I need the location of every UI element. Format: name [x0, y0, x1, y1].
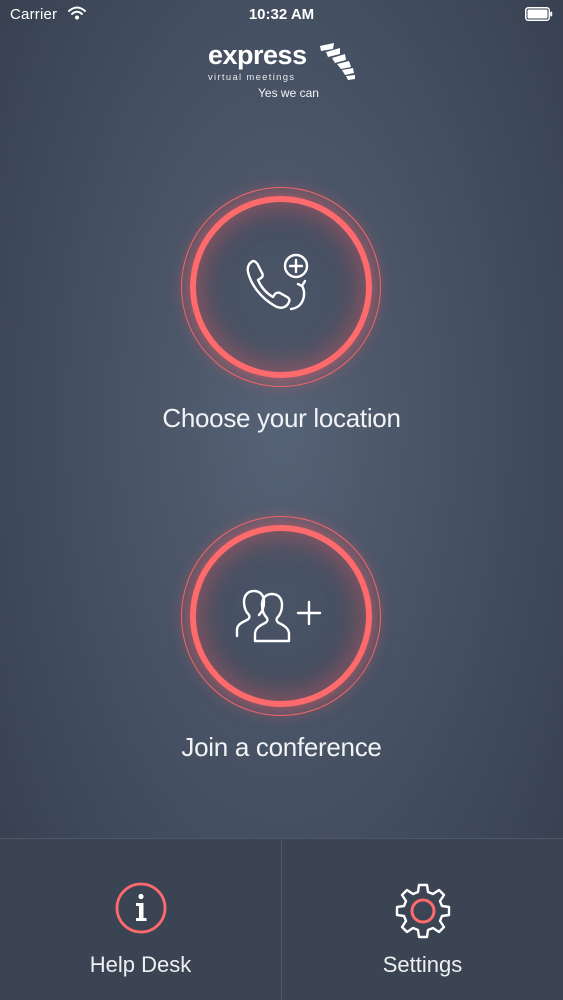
phone-add-icon	[246, 253, 309, 311]
settings-label: Settings	[382, 952, 463, 977]
bottom-tab-bar: Help Desk Settings	[0, 838, 563, 1000]
logo-swoosh-icon	[320, 43, 355, 80]
join-conference-button[interactable]	[181, 516, 381, 716]
logo-wordmark: express	[208, 40, 307, 70]
brand-logo: express virtual meetings Yes we can	[0, 40, 563, 110]
group-add-icon	[235, 589, 322, 643]
choose-location-button[interactable]	[181, 187, 381, 387]
status-bar: Carrier 10:32 AM	[0, 0, 563, 30]
tab-settings[interactable]: Settings	[282, 839, 563, 1000]
battery-icon	[525, 7, 553, 21]
status-time: 10:32 AM	[248, 6, 315, 23]
gear-icon	[395, 883, 450, 939]
info-icon	[115, 882, 166, 934]
help-desk-label: Help Desk	[89, 952, 192, 977]
join-conference-label: Join a conference	[181, 732, 382, 762]
logo-subtitle: virtual meetings	[208, 72, 296, 83]
logo-tagline: Yes we can	[258, 86, 319, 100]
choose-location-label: Choose your location	[162, 403, 401, 433]
tab-help-desk[interactable]: Help Desk	[0, 839, 282, 1000]
